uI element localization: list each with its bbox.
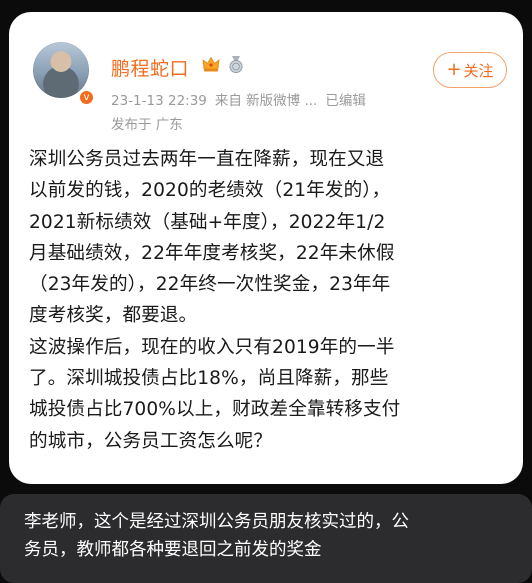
post-meta: 23-1-13 22:39 来自 新版微博 ... 已编辑 [111, 89, 374, 109]
weibo-post-card: v 鹏程蛇口 23-1-13 22:39 来自 新版微博 ... 已编辑 发布于 广… [9, 12, 523, 484]
plus-icon: + [446, 59, 462, 80]
caption-text: 李老师，这个是经过深圳公务员朋友核实过的，公 务员，教师都各种要退回之前发的奖金 [24, 512, 409, 560]
follow-button[interactable]: + 关注 [433, 52, 507, 88]
post-location: 发布于 广东 [111, 117, 183, 133]
crown-icon [202, 56, 220, 72]
post-content: 深圳公务员过去两年一直在降薪，现在又退 以前发的钱，2020的老绩效（21年发的… [29, 149, 401, 452]
edited-label[interactable]: 已编辑 [325, 93, 366, 109]
username[interactable]: 鹏程蛇口 [111, 54, 189, 81]
post-source[interactable]: 来自 新版微博 ... [215, 93, 317, 109]
post-timestamp: 23-1-13 22:39 [111, 93, 207, 109]
verified-badge-icon: v [78, 89, 95, 106]
medal-icon [229, 56, 243, 73]
subtitle-caption: 李老师，这个是经过深圳公务员朋友核实过的，公 务员，教师都各种要退回之前发的奖金 [0, 494, 532, 583]
follow-label: 关注 [463, 61, 494, 80]
